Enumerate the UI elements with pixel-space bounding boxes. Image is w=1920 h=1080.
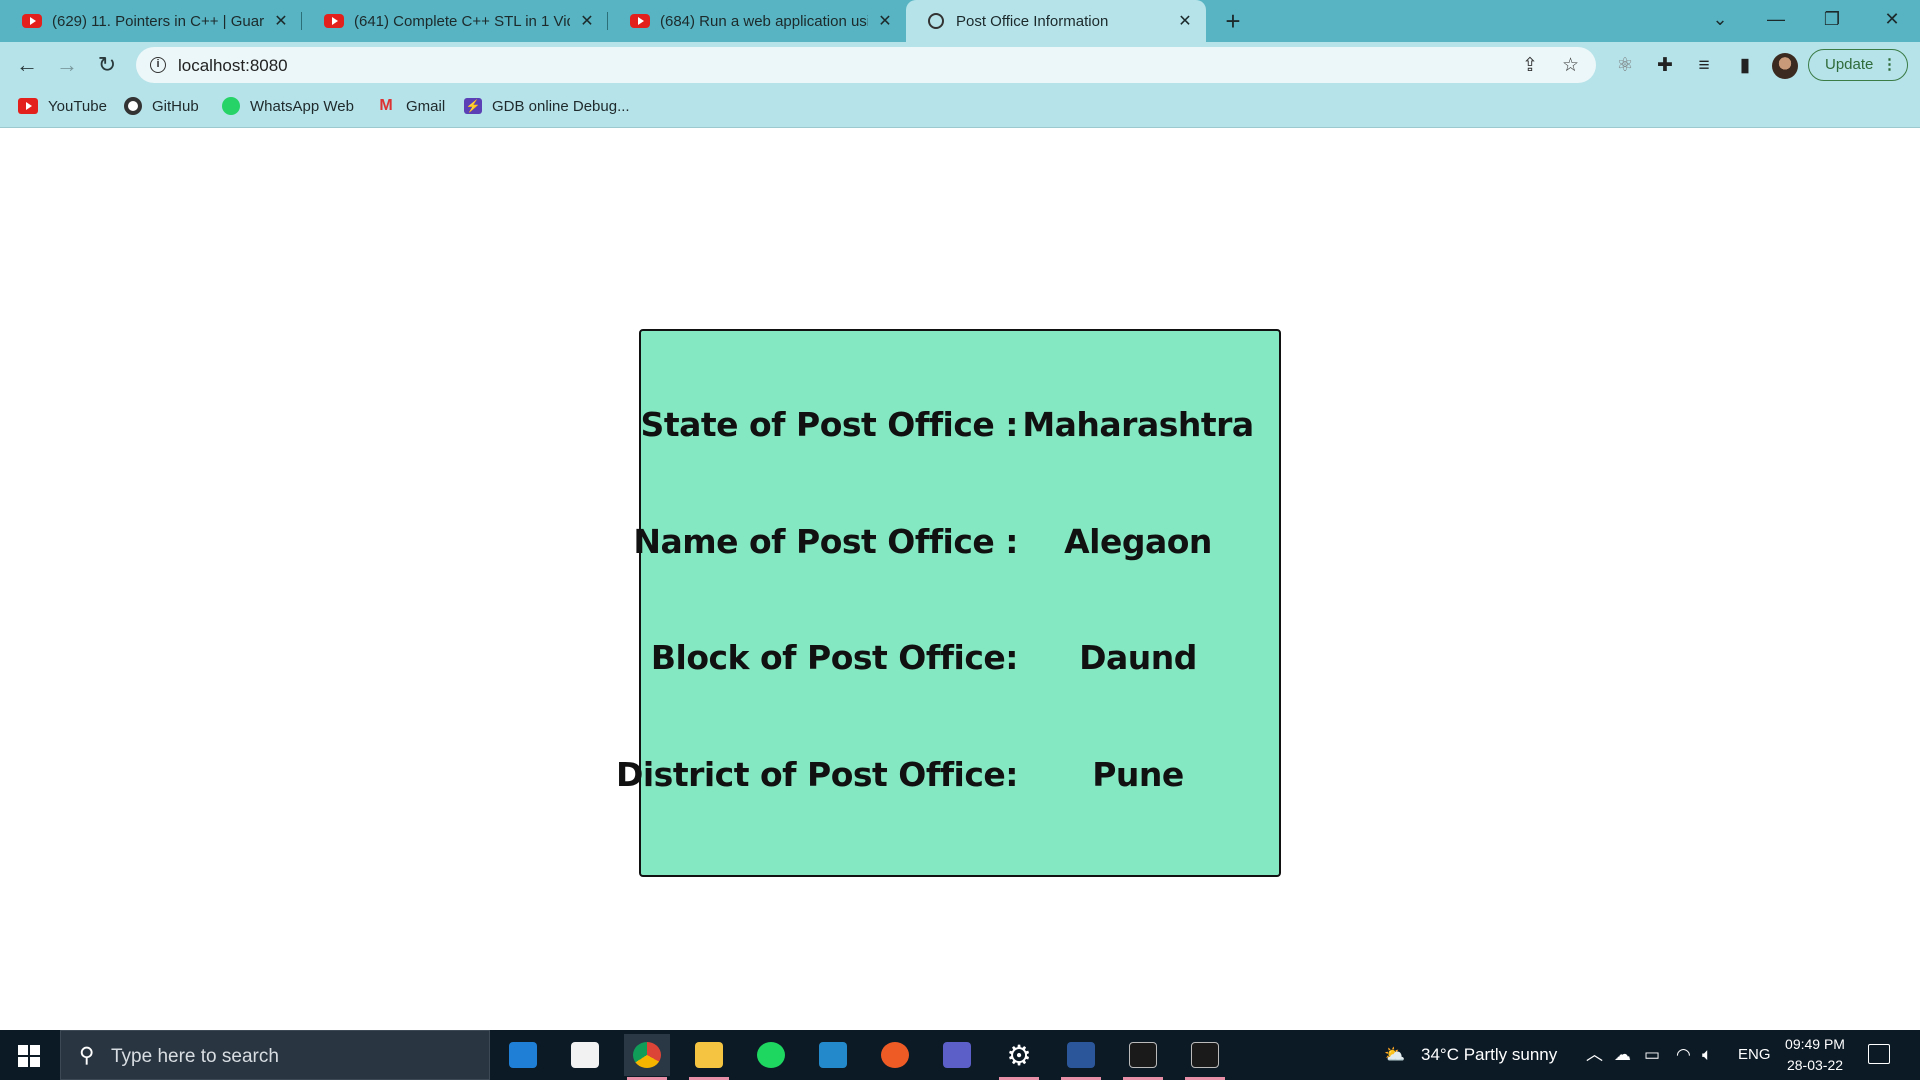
close-tab-icon[interactable]: ✕ [874, 11, 896, 31]
youtube-icon [22, 14, 42, 28]
language-indicator[interactable]: ENG [1738, 1030, 1771, 1080]
gdb-icon: ⚡ [464, 98, 482, 114]
notification-icon[interactable] [1868, 1044, 1890, 1064]
info-row-block: Block of Post Office: Daund [641, 638, 1283, 698]
bookmark-gdb[interactable]: ⚡ GDB online Debug... [464, 88, 630, 124]
restore-button[interactable]: ❐ [1804, 0, 1860, 40]
side-panel-icon[interactable]: ▮ [1734, 55, 1756, 77]
tab-stl[interactable]: (641) Complete C++ STL in 1 Video ✕ [302, 0, 608, 42]
minimize-button[interactable]: — [1748, 0, 1804, 40]
word-app-icon[interactable] [1058, 1034, 1104, 1080]
row-value: Pune [1092, 755, 1184, 794]
mail-app-icon[interactable] [500, 1034, 546, 1076]
bookmark-label: GitHub [152, 97, 199, 115]
close-tab-icon[interactable]: ✕ [1174, 11, 1196, 31]
bookmark-youtube[interactable]: YouTube [18, 88, 107, 124]
tab-post-office[interactable]: Post Office Information ✕ [906, 0, 1206, 42]
chrome-app-icon[interactable] [624, 1034, 670, 1080]
bookmark-gmail[interactable]: M Gmail [376, 88, 445, 124]
clock-time: 09:49 PM [1785, 1036, 1845, 1052]
post-office-card: State of Post Office : Maharashtra Name … [616, 329, 1283, 877]
search-icon: ⚲ [79, 1044, 95, 1067]
tab-search-icon[interactable]: ⌄ [1692, 0, 1748, 40]
bookmark-star-icon[interactable]: ☆ [1562, 54, 1579, 77]
bookmark-label: Gmail [406, 97, 446, 115]
back-icon[interactable]: ← [11, 49, 43, 81]
update-label: Update [1825, 56, 1874, 73]
url-text[interactable]: localhost:8080 [178, 56, 288, 76]
profile-avatar[interactable] [1772, 53, 1798, 79]
system-clock[interactable]: 09:49 PM 28-03-22 [1770, 1034, 1860, 1076]
row-label: District of Post Office: [615, 755, 1019, 794]
wifi-icon[interactable]: ◠ [1676, 1030, 1691, 1080]
extensions-puzzle-icon[interactable]: ✚ [1654, 55, 1676, 77]
battery-icon[interactable]: ▭ [1644, 1030, 1660, 1080]
settings-gear-icon[interactable]: ⚙ [996, 1034, 1042, 1080]
bookmark-label: WhatsApp Web [250, 97, 354, 115]
weather-icon[interactable]: ⛅ [1384, 1030, 1405, 1080]
row-value: Alegaon [1064, 522, 1212, 561]
github-icon [124, 97, 142, 115]
bookmark-whatsapp[interactable]: WhatsApp Web [222, 88, 354, 124]
new-tab-button[interactable]: + [1218, 6, 1248, 36]
gmail-icon: M [379, 97, 393, 114]
page-content: State of Post Office : Maharashtra Name … [0, 128, 1920, 1030]
tab-pointers[interactable]: (629) 11. Pointers in C++ | Guarav ✕ [0, 0, 302, 42]
browser-toolbar: ← → ↻ i localhost:8080 ⇪ ☆ ⚛ ✚ ≡ ▮ Updat… [0, 42, 1920, 88]
reading-list-icon[interactable]: ≡ [1693, 55, 1715, 77]
terminal-app-icon-2[interactable] [1182, 1034, 1228, 1080]
show-hidden-icons[interactable]: ︿ [1586, 1030, 1603, 1080]
vscode-app-icon[interactable] [810, 1034, 856, 1076]
extension-react-icon[interactable]: ⚛ [1614, 55, 1636, 77]
share-icon[interactable]: ⇪ [1522, 54, 1538, 77]
search-placeholder: Type here to search [111, 1046, 279, 1067]
row-value: Daund [1079, 638, 1197, 677]
weather-text[interactable]: 34°C Partly sunny [1421, 1030, 1557, 1080]
globe-icon [928, 13, 944, 29]
menu-dots-icon[interactable]: ⋮ [1882, 50, 1897, 79]
tab-web-application[interactable]: (684) Run a web application using ✕ [608, 0, 906, 42]
youtube-icon [18, 98, 38, 114]
tab-title: (641) Complete C++ STL in 1 Video [354, 12, 570, 30]
postman-app-icon[interactable] [872, 1034, 918, 1076]
site-info-icon[interactable]: i [150, 57, 166, 73]
bookmark-label: GDB online Debug... [492, 97, 630, 115]
windows-taskbar: ⚲ Type here to search ⚙ ⛅ 34°C Partly su… [0, 1030, 1920, 1080]
youtube-icon [324, 14, 344, 28]
onedrive-icon[interactable]: ☁ [1614, 1030, 1631, 1080]
forward-icon[interactable]: → [51, 49, 83, 81]
row-label: Block of Post Office: [650, 638, 1019, 677]
row-label: State of Post Office : [640, 405, 1019, 444]
bookmarks-bar: YouTube GitHub WhatsApp Web M Gmail ⚡ GD… [0, 88, 1920, 128]
info-row-name: Name of Post Office : Alegaon [633, 522, 1283, 582]
close-window-button[interactable]: ✕ [1864, 0, 1920, 40]
row-label: Name of Post Office : [633, 522, 1018, 561]
store-app-icon[interactable] [562, 1034, 608, 1076]
taskbar-search[interactable]: ⚲ Type here to search [60, 1030, 490, 1080]
address-bar[interactable]: i localhost:8080 ⇪ ☆ [136, 47, 1596, 83]
bookmark-github[interactable]: GitHub [124, 88, 199, 124]
bookmark-label: YouTube [48, 97, 107, 115]
clock-date: 28-03-22 [1786, 1057, 1844, 1073]
tab-title: Post Office Information [956, 12, 1109, 30]
close-tab-icon[interactable]: ✕ [576, 11, 598, 31]
reload-icon[interactable]: ↻ [91, 49, 123, 81]
tab-strip: (629) 11. Pointers in C++ | Guarav ✕ (64… [0, 0, 1920, 42]
teams-app-icon[interactable] [934, 1034, 980, 1076]
file-explorer-icon[interactable] [686, 1034, 732, 1080]
tab-title: (629) 11. Pointers in C++ | Guarav [52, 12, 264, 30]
volume-icon[interactable]: 🔈︎ [1702, 1030, 1712, 1080]
terminal-app-icon[interactable] [1120, 1034, 1166, 1080]
info-row-state: State of Post Office : Maharashtra [641, 405, 1283, 465]
tab-title: (684) Run a web application using [660, 12, 868, 30]
windows-start-icon[interactable] [18, 1045, 40, 1067]
spotify-app-icon[interactable] [748, 1034, 794, 1076]
whatsapp-icon [222, 97, 240, 115]
info-row-district: District of Post Office: Pune [616, 755, 1283, 815]
row-value: Maharashtra [1022, 405, 1254, 444]
youtube-icon [630, 14, 650, 28]
close-tab-icon[interactable]: ✕ [270, 11, 292, 31]
update-button[interactable]: Update ⋮ [1808, 49, 1908, 81]
